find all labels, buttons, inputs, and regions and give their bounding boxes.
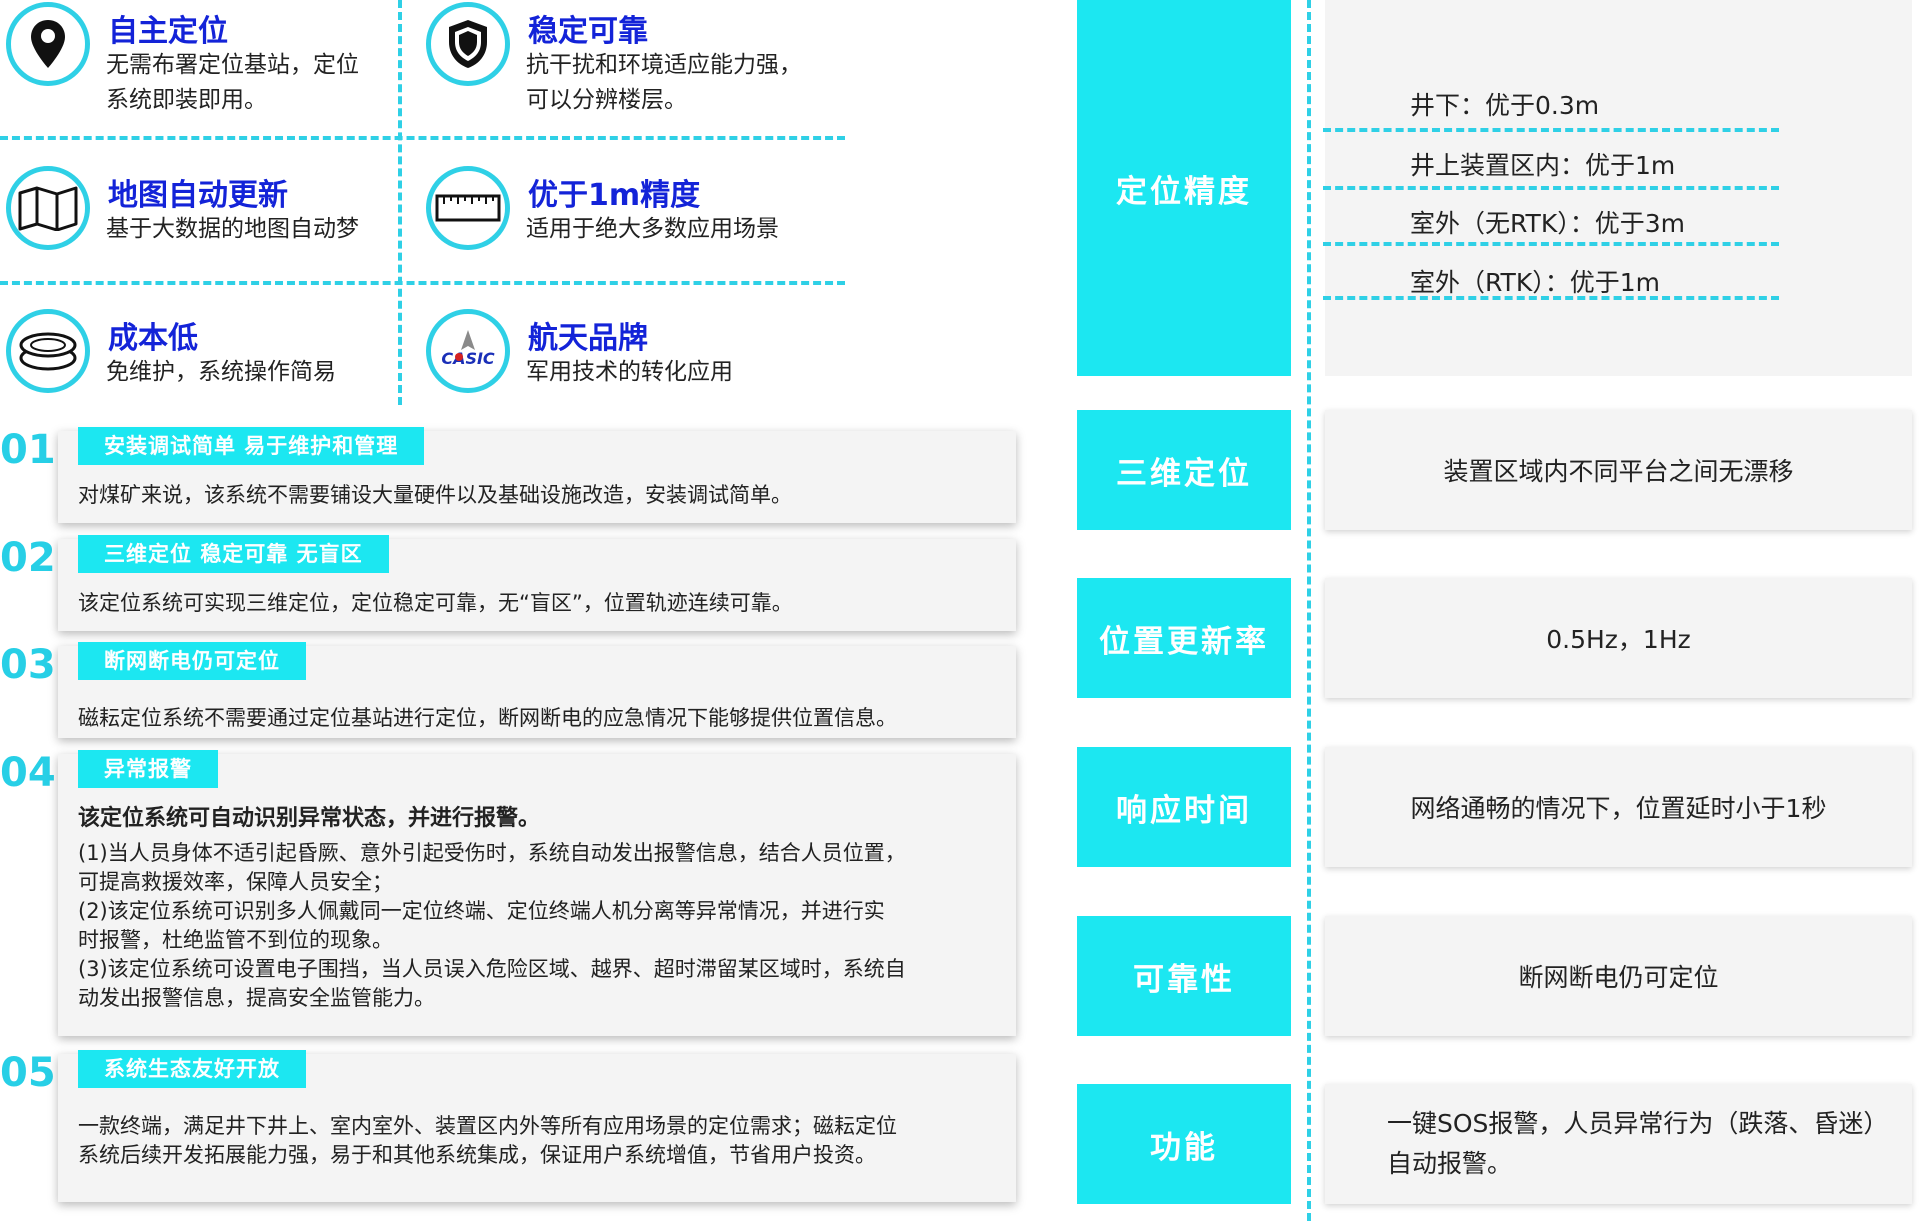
shield-icon xyxy=(426,2,510,86)
card-line: 动发出报警信息，提高安全监管能力。 xyxy=(78,986,435,1010)
spec-value-line: 装置区域内不同平台之间无漂移 xyxy=(1443,457,1794,486)
feature-map-auto-update: 地图自动更新 基于大数据的地图自动梦 xyxy=(0,166,390,276)
spec-label-reliability: 可靠性 xyxy=(1077,916,1291,1036)
card-body: 该定位系统可自动识别异常状态，并进行报警。 (1)当人员身体不适引起昏厥、意外引… xyxy=(78,804,996,1013)
feature-desc-line: 无需布署定位基站，定位 xyxy=(106,52,359,78)
precision-divider xyxy=(1323,128,1779,132)
feature-title: 自主定位 xyxy=(108,14,228,49)
card-number: 04 xyxy=(0,750,56,796)
feature-precision: 优于1m精度 适用于绝大多数应用场景 xyxy=(420,166,810,276)
card-tag: 安装调试简单 易于维护和管理 xyxy=(78,427,425,465)
precision-divider xyxy=(1323,242,1779,246)
card-line: 对煤矿来说，该系统不需要铺设大量硬件以及基础设施改造，安装调试简单。 xyxy=(78,483,792,507)
card-number: 01 xyxy=(0,427,56,473)
feature-desc: 免维护，系统操作简易 xyxy=(106,355,336,390)
feature-low-cost: 成本低 免维护，系统操作简易 xyxy=(0,309,390,419)
ruler-icon xyxy=(426,166,510,250)
feature-title: 地图自动更新 xyxy=(108,178,288,213)
advantage-card-2: 三维定位 稳定可靠 无盲区 该定位系统可实现三维定位，定位稳定可靠，无“盲区”，… xyxy=(58,535,1016,631)
spec-label-3d: 三维定位 xyxy=(1077,410,1291,530)
card-body: 磁耘定位系统不需要通过定位基站进行定位，断网断电的应急情况下能够提供位置信息。 xyxy=(78,704,996,733)
feature-title: 优于1m精度 xyxy=(528,178,701,213)
spec-value-text: 一键SOS报警，人员异常行为（跌落、昏迷） 自动报警。 xyxy=(1325,1104,1888,1184)
feature-desc: 抗干扰和环境适应能力强， 可以分辨楼层。 xyxy=(526,48,802,118)
card-tag: 系统生态友好开放 xyxy=(78,1050,306,1088)
card-number: 05 xyxy=(0,1050,56,1096)
spec-label-precision: 定位精度 xyxy=(1077,0,1291,376)
card-line: 磁耘定位系统不需要通过定位基站进行定位，断网断电的应急情况下能够提供位置信息。 xyxy=(78,706,897,730)
precision-item: 室外（无RTK）：优于3m xyxy=(1410,209,1685,238)
feature-desc: 无需布署定位基站，定位 系统即装即用。 xyxy=(106,48,359,118)
precision-item: 室外（RTK）：优于1m xyxy=(1410,268,1660,297)
card-lead: 该定位系统可自动识别异常状态，并进行报警。 xyxy=(78,806,541,831)
card-body: 一款终端，满足井下井上、室内室外、装置区内外等所有应用场景的定位需求；磁耘定位 … xyxy=(78,1112,996,1170)
spec-value-line: 一键SOS报警，人员异常行为（跌落、昏迷） xyxy=(1387,1109,1889,1138)
card-line: (3)该定位系统可设置电子围挡，当人员误入危险区域、越界、超时滞留某区域时，系统… xyxy=(78,957,906,981)
card-line: 系统后续开发拓展能力强，易于和其他系统集成，保证用户系统增值，节省用户投资。 xyxy=(78,1143,876,1167)
feature-desc-line: 基于大数据的地图自动梦 xyxy=(106,216,359,242)
feature-desc-line: 免维护，系统操作简易 xyxy=(106,359,336,385)
advantage-card-4: 异常报警 该定位系统可自动识别异常状态，并进行报警。 (1)当人员身体不适引起昏… xyxy=(58,750,1016,1036)
card-line: (1)当人员身体不适引起昏厥、意外引起受伤时，系统自动发出报警信息，结合人员位置… xyxy=(78,841,906,865)
casic-logo-icon: CASIC xyxy=(426,309,510,393)
spec-divider-vertical xyxy=(1307,0,1311,1221)
feature-desc: 基于大数据的地图自动梦 xyxy=(106,212,359,247)
spec-value-line: 网络通畅的情况下，位置延时小于1秒 xyxy=(1410,794,1827,823)
spec-value-line: 断网断电仍可定位 xyxy=(1518,963,1719,992)
location-pin-icon xyxy=(6,2,90,86)
spec-value-reliability: 断网断电仍可定位 xyxy=(1325,916,1912,1036)
svg-text:CASIC: CASIC xyxy=(441,349,495,368)
map-icon xyxy=(6,166,90,250)
spec-label-update-rate: 位置更新率 xyxy=(1077,578,1291,698)
feature-grid-divider-2 xyxy=(0,281,845,285)
spec-value-function: 一键SOS报警，人员异常行为（跌落、昏迷） 自动报警。 xyxy=(1325,1084,1912,1204)
feature-aerospace-brand: CASIC 航天品牌 军用技术的转化应用 xyxy=(420,309,810,419)
feature-desc-line: 可以分辨楼层。 xyxy=(526,87,687,113)
feature-desc: 适用于绝大多数应用场景 xyxy=(526,212,779,247)
card-number: 03 xyxy=(0,642,56,688)
card-tag: 三维定位 稳定可靠 无盲区 xyxy=(78,535,389,573)
feature-title: 成本低 xyxy=(108,321,198,356)
feature-self-positioning: 自主定位 无需布署定位基站，定位 系统即装即用。 xyxy=(0,2,390,113)
precision-divider xyxy=(1323,186,1779,190)
spec-value-line: 0.5Hz，1Hz xyxy=(1546,625,1691,654)
feature-grid-divider-1 xyxy=(0,136,845,140)
advantage-card-1: 安装调试简单 易于维护和管理 对煤矿来说，该系统不需要铺设大量硬件以及基础设施改… xyxy=(58,427,1016,523)
card-number: 02 xyxy=(0,535,56,581)
card-line: (2)该定位系统可识别多人佩戴同一定位终端、定位终端人机分离等异常情况，并进行实 xyxy=(78,899,885,923)
spec-value-line: 自动报警。 xyxy=(1387,1149,1513,1178)
card-tag: 异常报警 xyxy=(78,750,218,788)
feature-desc: 军用技术的转化应用 xyxy=(526,355,733,390)
card-body: 该定位系统可实现三维定位，定位稳定可靠，无“盲区”，位置轨迹连续可靠。 xyxy=(78,589,996,618)
spec-value-response: 网络通畅的情况下，位置延时小于1秒 xyxy=(1325,747,1912,867)
feature-stable-reliable: 稳定可靠 抗干扰和环境适应能力强， 可以分辨楼层。 xyxy=(420,2,810,113)
advantage-card-5: 系统生态友好开放 一款终端，满足井下井上、室内室外、装置区内外等所有应用场景的定… xyxy=(58,1050,1016,1202)
feature-grid-divider-vertical xyxy=(398,0,402,405)
spec-label-function: 功能 xyxy=(1077,1084,1291,1204)
feature-desc-line: 系统即装即用。 xyxy=(106,87,267,113)
card-line: 一款终端，满足井下井上、室内室外、装置区内外等所有应用场景的定位需求；磁耘定位 xyxy=(78,1114,897,1138)
card-line: 该定位系统可实现三维定位，定位稳定可靠，无“盲区”，位置轨迹连续可靠。 xyxy=(78,591,793,615)
card-line: 可提高救援效率，保障人员安全； xyxy=(78,870,393,894)
feature-title: 稳定可靠 xyxy=(528,14,648,49)
precision-item: 井下：优于0.3m xyxy=(1410,91,1600,120)
spec-value-3d: 装置区域内不同平台之间无漂移 xyxy=(1325,410,1912,530)
feature-desc-line: 适用于绝大多数应用场景 xyxy=(526,216,779,242)
card-line: 时报警，杜绝监管不到位的现象。 xyxy=(78,928,393,952)
feature-desc-line: 抗干扰和环境适应能力强， xyxy=(526,52,802,78)
feature-title: 航天品牌 xyxy=(528,321,648,356)
feature-desc-line: 军用技术的转化应用 xyxy=(526,359,733,385)
advantage-card-3: 断网断电仍可定位 磁耘定位系统不需要通过定位基站进行定位，断网断电的应急情况下能… xyxy=(58,642,1016,738)
precision-item: 井上装置区内：优于1m xyxy=(1410,151,1676,180)
spec-value-update-rate: 0.5Hz，1Hz xyxy=(1325,578,1912,698)
spec-label-response: 响应时间 xyxy=(1077,747,1291,867)
coins-icon xyxy=(6,309,90,393)
card-tag: 断网断电仍可定位 xyxy=(78,642,306,680)
card-body: 对煤矿来说，该系统不需要铺设大量硬件以及基础设施改造，安装调试简单。 xyxy=(78,481,996,510)
